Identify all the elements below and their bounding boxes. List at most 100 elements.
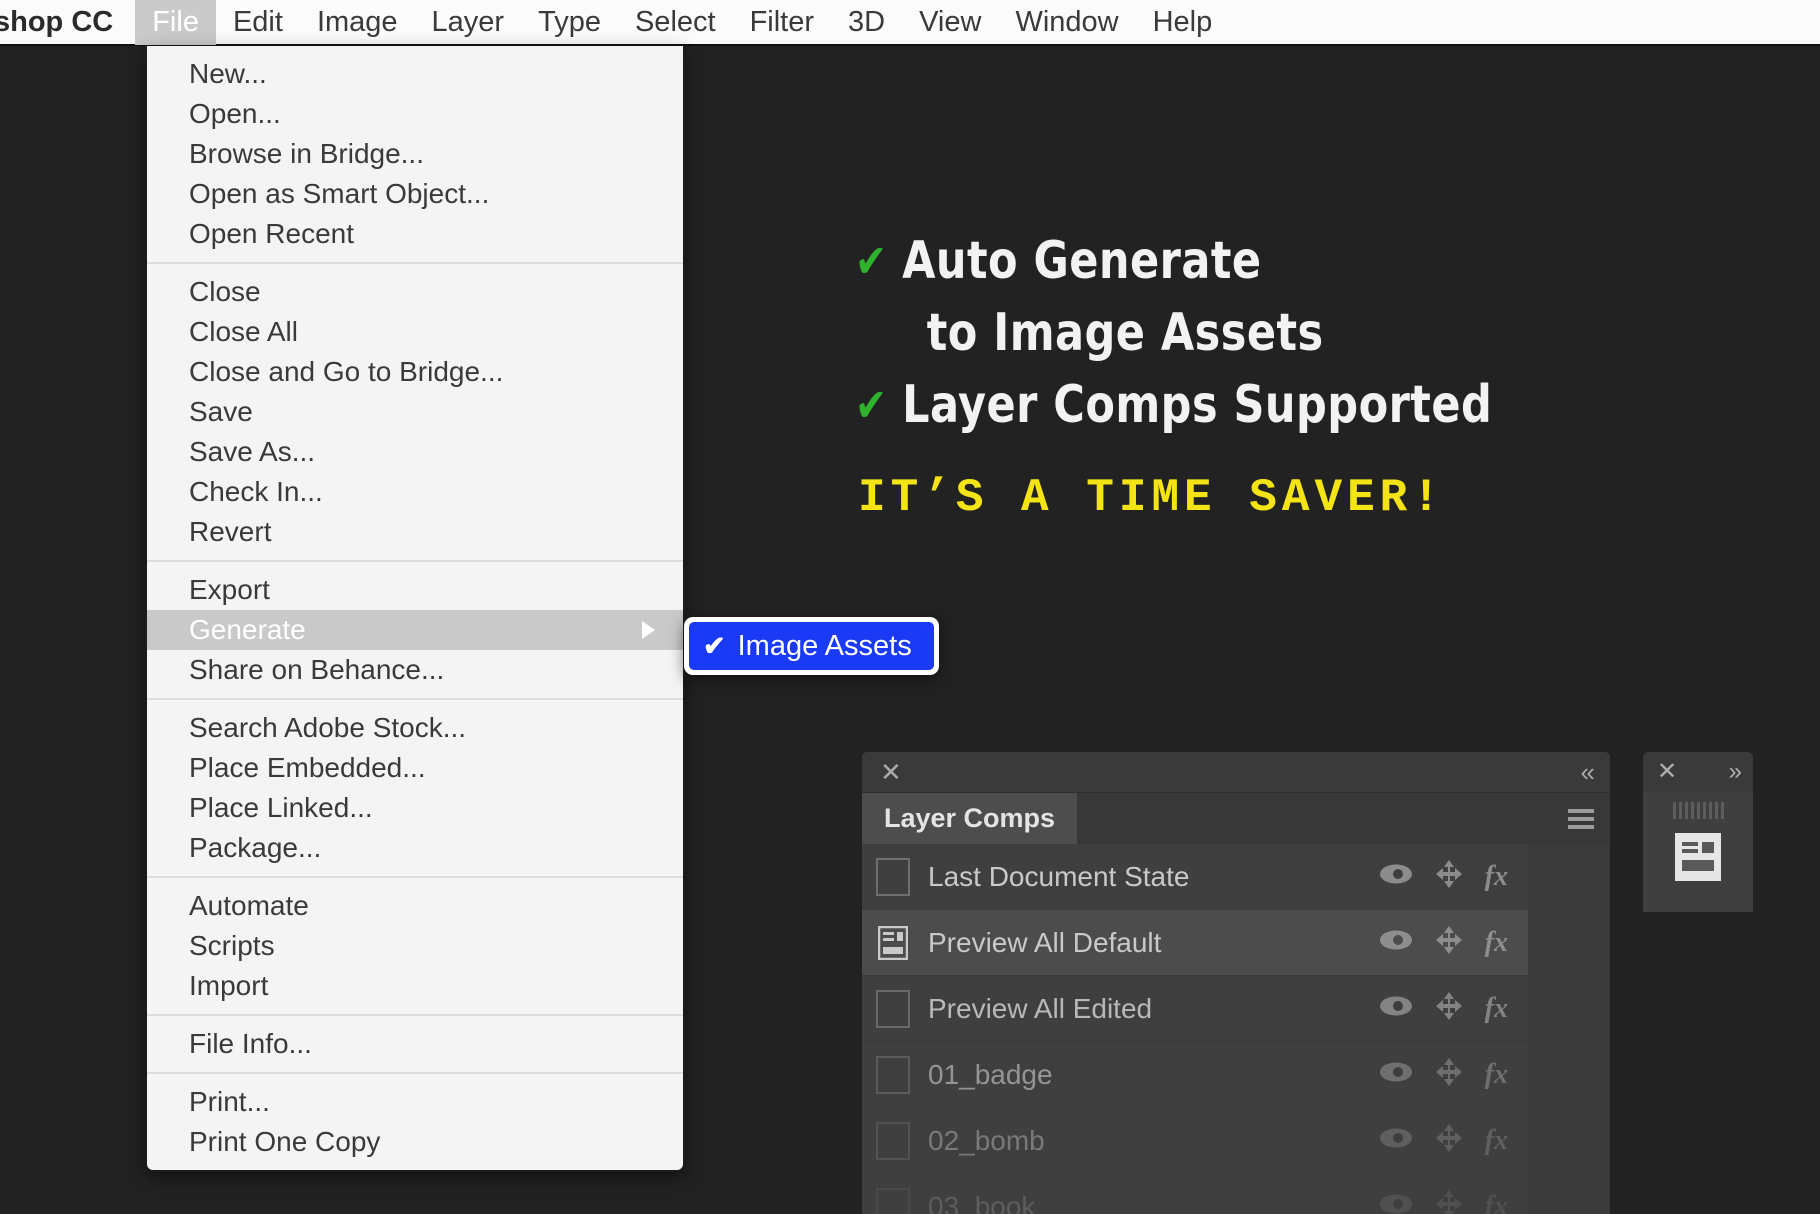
headline-line-1-text: Auto Generate bbox=[902, 231, 1262, 291]
file-menu-item-save-as[interactable]: Save As... bbox=[147, 432, 683, 472]
menu-item-window[interactable]: Window bbox=[998, 0, 1135, 45]
close-icon[interactable]: ✕ bbox=[1657, 760, 1677, 784]
table-row[interactable]: 03_book fx bbox=[862, 1174, 1528, 1214]
fx-icon[interactable]: fx bbox=[1485, 927, 1508, 959]
file-menu-item-automate[interactable]: Automate bbox=[147, 886, 683, 926]
panel-scrollbar[interactable] bbox=[1528, 844, 1610, 1214]
file-menu-group-save: Close Close All Close and Go to Bridge..… bbox=[147, 262, 683, 560]
layer-comps-dock-icon[interactable] bbox=[1675, 833, 1721, 881]
row-actions: fx bbox=[1379, 1124, 1516, 1157]
file-menu-item-save[interactable]: Save bbox=[147, 392, 683, 432]
file-menu-item-share-on-behance[interactable]: Share on Behance... bbox=[147, 650, 683, 690]
file-menu-item-print-one-copy[interactable]: Print One Copy bbox=[147, 1122, 683, 1162]
list-item-label: Preview All Edited bbox=[928, 992, 1153, 1024]
list-item-label: 03_book bbox=[928, 1190, 1036, 1214]
menu-item-file[interactable]: File bbox=[135, 0, 216, 45]
file-menu-group-place: Search Adobe Stock... Place Embedded... … bbox=[147, 698, 683, 876]
file-menu-item-print[interactable]: Print... bbox=[147, 1082, 683, 1122]
menu-bar: shop CC File Edit Image Layer Type Selec… bbox=[0, 0, 1820, 46]
fx-icon[interactable]: fx bbox=[1485, 993, 1508, 1025]
list-item-label: 02_bomb bbox=[928, 1124, 1045, 1156]
file-menu-item-generate[interactable]: Generate bbox=[147, 610, 683, 650]
submenu-item-image-assets[interactable]: ✔ Image Assets bbox=[689, 622, 934, 670]
panel-menu-icon[interactable] bbox=[1568, 808, 1594, 829]
drag-grip-icon[interactable] bbox=[1672, 802, 1724, 819]
move-icon[interactable] bbox=[1435, 926, 1463, 959]
move-icon[interactable] bbox=[1435, 992, 1463, 1025]
collapsed-dock-panel: ✕ » bbox=[1643, 752, 1753, 912]
comp-toggle-box-icon[interactable] bbox=[876, 1055, 910, 1094]
move-icon[interactable] bbox=[1435, 860, 1463, 893]
file-menu-item-search-adobe-stock[interactable]: Search Adobe Stock... bbox=[147, 708, 683, 748]
menu-item-filter[interactable]: Filter bbox=[733, 0, 831, 45]
row-actions: fx bbox=[1379, 860, 1516, 893]
headline-line-3: ✔ Layer Comps Supported bbox=[855, 369, 1701, 441]
file-menu-item-place-embedded[interactable]: Place Embedded... bbox=[147, 748, 683, 788]
file-menu-item-new[interactable]: New... bbox=[147, 54, 683, 94]
move-icon[interactable] bbox=[1435, 1058, 1463, 1091]
table-row[interactable]: Preview All Edited fx bbox=[862, 976, 1528, 1042]
file-menu-item-revert[interactable]: Revert bbox=[147, 512, 683, 552]
row-actions: fx bbox=[1379, 1058, 1516, 1091]
layer-comp-icon[interactable] bbox=[876, 924, 910, 962]
headline-line-2: to Image Assets bbox=[855, 297, 1701, 369]
comp-toggle-box-icon[interactable] bbox=[876, 1187, 910, 1214]
eye-icon[interactable] bbox=[1379, 1193, 1413, 1214]
file-menu-item-import[interactable]: Import bbox=[147, 966, 683, 1006]
file-menu-item-browse-in-bridge[interactable]: Browse in Bridge... bbox=[147, 134, 683, 174]
eye-icon[interactable] bbox=[1379, 1127, 1413, 1154]
table-row[interactable]: 02_bomb fx bbox=[862, 1108, 1528, 1174]
file-menu-dropdown: New... Open... Browse in Bridge... Open … bbox=[145, 46, 685, 1172]
move-icon[interactable] bbox=[1435, 1190, 1463, 1214]
eye-icon[interactable] bbox=[1379, 929, 1413, 956]
file-menu-item-place-linked[interactable]: Place Linked... bbox=[147, 788, 683, 828]
panel-titlebar: ✕ « bbox=[862, 752, 1610, 792]
file-menu-item-close[interactable]: Close bbox=[147, 272, 683, 312]
comp-toggle-box-icon[interactable] bbox=[876, 989, 910, 1028]
eye-icon[interactable] bbox=[1379, 1061, 1413, 1088]
file-menu-item-close-and-go-to-bridge[interactable]: Close and Go to Bridge... bbox=[147, 352, 683, 392]
menu-item-image[interactable]: Image bbox=[300, 0, 415, 45]
menu-item-view[interactable]: View bbox=[902, 0, 998, 45]
layer-comps-panel: ✕ « Layer Comps Last Document State fx P… bbox=[862, 752, 1610, 1214]
file-menu-group-print: Print... Print One Copy bbox=[147, 1072, 683, 1170]
green-check-icon: ✔ bbox=[855, 234, 888, 288]
file-menu-item-file-info[interactable]: File Info... bbox=[147, 1024, 683, 1064]
file-menu-item-close-all[interactable]: Close All bbox=[147, 312, 683, 352]
fx-icon[interactable]: fx bbox=[1485, 1191, 1508, 1214]
generate-submenu: ✔ Image Assets bbox=[684, 617, 939, 675]
tab-layer-comps[interactable]: Layer Comps bbox=[862, 793, 1078, 844]
menu-item-help[interactable]: Help bbox=[1136, 0, 1230, 45]
table-row[interactable]: Last Document State fx bbox=[862, 844, 1528, 910]
menu-item-type[interactable]: Type bbox=[521, 0, 618, 45]
checkmark-icon: ✔ bbox=[703, 630, 726, 661]
fx-icon[interactable]: fx bbox=[1485, 1059, 1508, 1091]
move-icon[interactable] bbox=[1435, 1124, 1463, 1157]
menu-item-layer[interactable]: Layer bbox=[415, 0, 522, 45]
file-menu-item-open-recent[interactable]: Open Recent bbox=[147, 214, 683, 254]
table-row[interactable]: 01_badge fx bbox=[862, 1042, 1528, 1108]
comp-toggle-box-icon[interactable] bbox=[876, 1121, 910, 1160]
eye-icon[interactable] bbox=[1379, 995, 1413, 1022]
menu-item-edit[interactable]: Edit bbox=[216, 0, 300, 45]
file-menu-item-check-in[interactable]: Check In... bbox=[147, 472, 683, 512]
collapse-to-icons-icon[interactable]: « bbox=[1581, 759, 1596, 785]
eye-icon[interactable] bbox=[1379, 863, 1413, 890]
app-title: shop CC bbox=[0, 6, 114, 38]
table-row[interactable]: Preview All Default fx bbox=[862, 910, 1528, 976]
close-icon[interactable]: ✕ bbox=[880, 759, 902, 785]
file-menu-item-open[interactable]: Open... bbox=[147, 94, 683, 134]
file-menu-item-export[interactable]: Export bbox=[147, 570, 683, 610]
file-menu-item-package[interactable]: Package... bbox=[147, 828, 683, 868]
file-menu-item-scripts[interactable]: Scripts bbox=[147, 926, 683, 966]
menu-item-select[interactable]: Select bbox=[618, 0, 733, 45]
expand-panels-icon[interactable]: » bbox=[1729, 760, 1742, 784]
fx-icon[interactable]: fx bbox=[1485, 1125, 1508, 1157]
green-check-icon: ✔ bbox=[855, 378, 888, 432]
layer-comps-list: Last Document State fx Preview All Defau… bbox=[862, 844, 1528, 1214]
file-menu-item-open-as-smart-object[interactable]: Open as Smart Object... bbox=[147, 174, 683, 214]
menu-item-3d[interactable]: 3D bbox=[831, 0, 902, 45]
comp-toggle-box-icon[interactable] bbox=[876, 857, 910, 896]
row-actions: fx bbox=[1379, 1190, 1516, 1214]
fx-icon[interactable]: fx bbox=[1485, 861, 1508, 893]
